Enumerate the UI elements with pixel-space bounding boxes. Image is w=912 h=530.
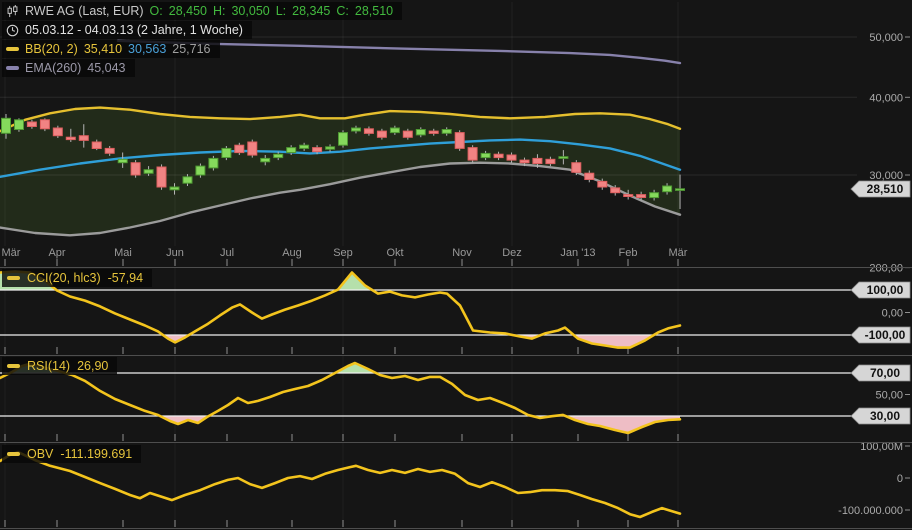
obv-dash-icon xyxy=(7,452,20,456)
cci-value: -57,94 xyxy=(108,271,143,285)
month-label: Apr xyxy=(48,247,65,259)
close-label: C: xyxy=(336,4,349,18)
rsi-plot-area[interactable] xyxy=(0,355,857,436)
ema-name: EMA(260) xyxy=(25,61,81,75)
date-range-row[interactable]: 05.03.12 - 04.03.13 (2 Jahre, 1 Woche) xyxy=(2,21,252,39)
cci-threshold-tag: 100,00 xyxy=(851,282,910,298)
main-chart-legend: RWE AG (Last, EUR) O: 28,450 H: 30,050 L: 2… xyxy=(2,2,402,78)
rsi-threshold-tag-label: 30,00 xyxy=(870,409,900,423)
cci-dash-icon xyxy=(7,276,20,280)
rsi-value: 26,90 xyxy=(77,359,108,373)
month-label: Aug xyxy=(282,247,302,259)
bb-legend-row[interactable]: BB(20, 2) 35,410 30,563 25,716 xyxy=(2,40,220,58)
month-label: Jan '13 xyxy=(560,247,595,259)
cci-name: CCI(20, hlc3) xyxy=(27,271,101,285)
bb-middle-value: 30,563 xyxy=(128,42,166,56)
cci-threshold-tag-label: 100,00 xyxy=(867,283,904,297)
cci-threshold-tag: -100,00 xyxy=(851,327,910,343)
bb-lower-value: 25,716 xyxy=(172,42,210,56)
ema-dash-icon xyxy=(6,66,19,70)
price-axis-label: 50,000 xyxy=(869,32,903,44)
price-axis-label: 40,000 xyxy=(869,92,903,104)
month-label: Jul xyxy=(220,247,234,259)
rsi-axis-label: 50,00 xyxy=(875,389,903,401)
rsi-threshold-tag-label: 70,00 xyxy=(870,366,900,380)
obv-legend[interactable]: OBV -111.199.691 xyxy=(2,445,141,463)
symbol-legend-row[interactable]: RWE AG (Last, EUR) O: 28,450 H: 30,050 L: 2… xyxy=(2,2,402,20)
obv-name: OBV xyxy=(27,447,53,461)
high-label: H: xyxy=(213,4,226,18)
month-label: Mär xyxy=(669,247,688,259)
symbol-title: RWE AG (Last, EUR) xyxy=(25,4,144,18)
cci-axis-label: 200,00 xyxy=(869,263,903,275)
month-label: Mai xyxy=(114,247,132,259)
rsi-name: RSI(14) xyxy=(27,359,70,373)
open-value: 28,450 xyxy=(169,4,207,18)
rsi-dash-icon xyxy=(7,364,20,368)
bb-name: BB(20, 2) xyxy=(25,42,78,56)
cci-threshold-tag-label: -100,00 xyxy=(865,328,906,342)
month-label: Okt xyxy=(386,247,403,259)
low-value: 28,345 xyxy=(292,4,330,18)
month-label: Sep xyxy=(333,247,353,259)
high-value: 30,050 xyxy=(231,4,269,18)
month-label: Dez xyxy=(502,247,522,259)
month-label: Nov xyxy=(452,247,472,259)
open-label: O: xyxy=(150,4,163,18)
rsi-threshold-tag: 30,00 xyxy=(851,408,910,424)
bb-dash-icon xyxy=(6,47,19,51)
month-label: Feb xyxy=(619,247,638,259)
low-label: L: xyxy=(276,4,286,18)
cci-legend[interactable]: CCI(20, hlc3) -57,94 xyxy=(2,269,152,287)
rsi-legend[interactable]: RSI(14) 26,90 xyxy=(2,357,117,375)
last-price-tag[interactable]: 28,510 xyxy=(851,181,910,197)
ema-legend-row[interactable]: EMA(260) 45,043 xyxy=(2,59,135,77)
close-value: 28,510 xyxy=(355,4,393,18)
obv-value: -111.199.691 xyxy=(60,447,132,461)
candlestick-chart-icon xyxy=(6,5,19,18)
last-price-tag-label: 28,510 xyxy=(867,182,904,196)
obv-axis-label: 0 xyxy=(897,473,903,485)
ema-value: 45,043 xyxy=(87,61,125,75)
month-label: Mär xyxy=(2,247,21,259)
rsi-threshold-tag: 70,00 xyxy=(851,365,910,381)
month-label: Jun xyxy=(166,247,184,259)
cci-axis-label: 0,00 xyxy=(882,307,903,319)
bb-upper-value: 35,410 xyxy=(84,42,122,56)
clock-icon xyxy=(6,24,19,37)
date-range: 05.03.12 - 04.03.13 (2 Jahre, 1 Woche) xyxy=(25,23,243,37)
chart-window: 50,00040,00030,000MärAprMaiJunJulAugSepO… xyxy=(0,0,912,530)
price-axis-label: 30,000 xyxy=(869,170,903,182)
